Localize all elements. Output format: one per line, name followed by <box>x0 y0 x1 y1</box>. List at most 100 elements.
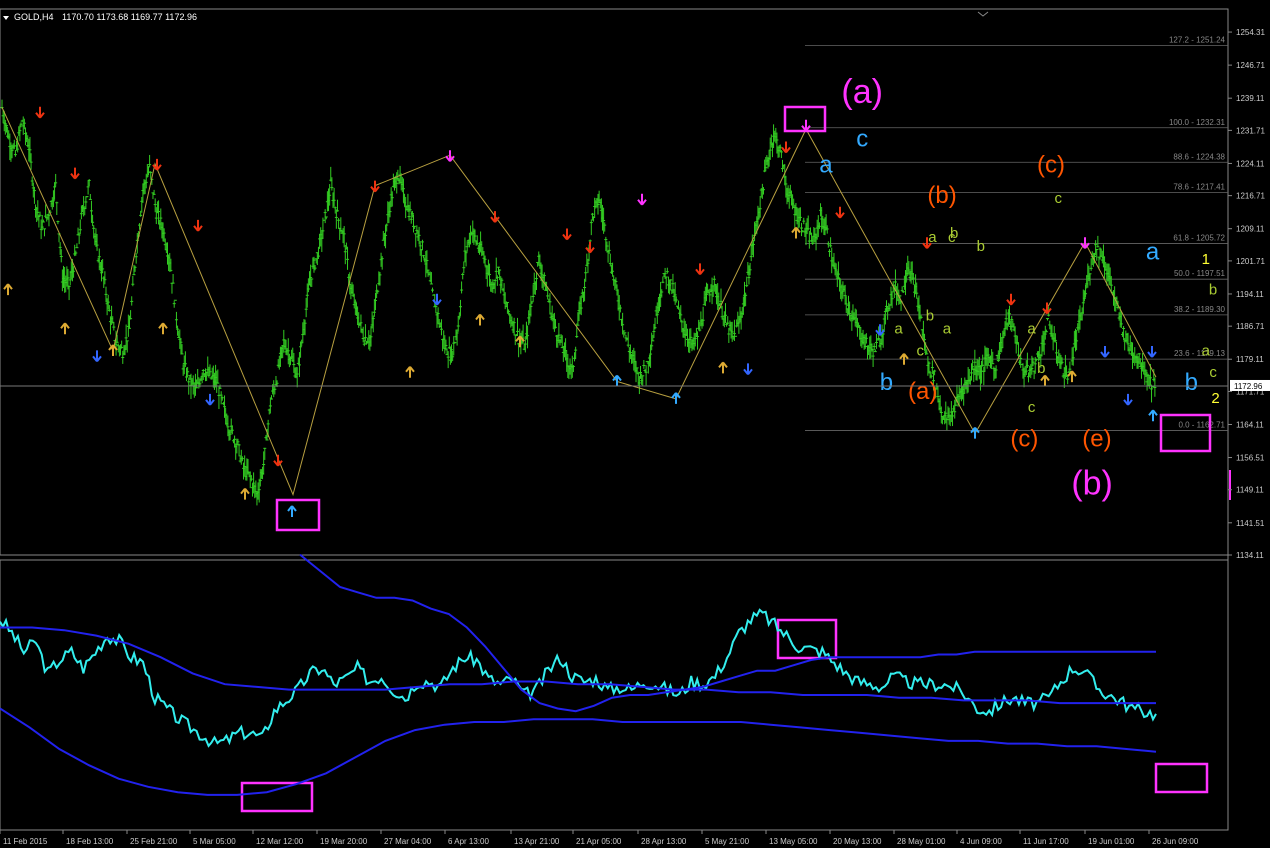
highlight-box <box>1154 762 1209 794</box>
time-tick-label: 4 Jun 09:00 <box>960 837 1002 846</box>
wave-label: (c) <box>1037 152 1065 179</box>
time-tick-label: 18 Feb 13:00 <box>66 837 114 846</box>
price-tick-label: 1224.11 <box>1236 159 1265 168</box>
wave-label: c <box>1028 399 1036 416</box>
wave-label: c <box>917 342 925 359</box>
fib-level-label: 78.6 - 1217.41 <box>1173 183 1225 192</box>
price-tick-label: 1164.11 <box>1236 420 1264 429</box>
down-arrow-icon <box>637 193 647 206</box>
price-tick-label: 1141.51 <box>1236 519 1265 528</box>
price-tick-label: 1231.71 <box>1236 126 1265 135</box>
wave-label: a <box>943 321 952 338</box>
oscillator-line <box>0 608 1157 748</box>
down-arrow-icon <box>1006 293 1016 306</box>
price-tick-label: 1239.11 <box>1236 94 1265 103</box>
up-arrow-icon <box>718 361 728 374</box>
price-tick-label: 1201.71 <box>1236 257 1265 266</box>
time-tick-label: 11 Jun 17:00 <box>1023 837 1069 846</box>
down-arrow-icon <box>1123 393 1133 406</box>
wave-label: (b) <box>1071 465 1113 503</box>
wave-label: c <box>948 229 956 246</box>
price-tick-label: 1186.71 <box>1236 322 1265 331</box>
time-tick-label: 12 Mar 12:00 <box>256 837 304 846</box>
wave-label: a <box>819 152 833 179</box>
wave-label: c <box>1054 190 1062 207</box>
down-arrow-icon <box>205 393 215 406</box>
down-arrow-icon <box>370 180 380 193</box>
wave-label: (c) <box>1010 426 1038 453</box>
middle-band-line <box>0 626 1156 705</box>
down-arrow-icon <box>70 167 80 180</box>
price-tick-label: 1149.11 <box>1236 486 1264 495</box>
up-arrow-icon <box>475 313 485 326</box>
wave-label: b <box>1209 281 1217 298</box>
up-arrow-icon <box>1148 409 1158 422</box>
down-arrow-icon <box>35 106 45 119</box>
time-tick-label: 28 May 01:00 <box>897 837 946 846</box>
time-tick-label: 28 Apr 13:00 <box>641 837 687 846</box>
wave-label: b <box>1037 360 1045 377</box>
highlight-box <box>776 618 838 660</box>
symbol-title: GOLD,H4 <box>14 12 54 22</box>
wave-label: c <box>1209 364 1217 381</box>
price-tick-label: 1179.11 <box>1236 355 1264 364</box>
time-tick-label: 25 Feb 21:00 <box>130 837 178 846</box>
menu-triangle-icon[interactable] <box>3 16 9 20</box>
down-arrow-icon <box>743 363 753 376</box>
down-arrow-icon <box>585 241 595 254</box>
time-tick-label: 13 Apr 21:00 <box>514 837 560 846</box>
wave-label: a <box>1027 321 1036 338</box>
fib-level-label: 127.2 - 1251.24 <box>1169 35 1226 44</box>
up-arrow-icon <box>287 505 297 517</box>
wave-label: (e) <box>1082 426 1111 453</box>
price-tick-label: 1216.71 <box>1236 192 1265 201</box>
wave-label: b <box>880 369 893 396</box>
zigzag-line <box>1 107 1157 497</box>
time-tick-label: 5 May 21:00 <box>705 837 750 846</box>
price-tick-label: 1254.31 <box>1236 28 1265 37</box>
wave-label: a <box>894 321 903 338</box>
wave-label: b <box>926 308 934 325</box>
time-tick-label: 19 Mar 20:00 <box>320 837 368 846</box>
down-arrow-icon <box>193 219 203 232</box>
price-tick-label: 1209.11 <box>1236 225 1265 234</box>
down-arrow-icon <box>1147 345 1157 358</box>
highlight-box <box>275 498 321 532</box>
down-arrow-icon <box>1100 345 1110 358</box>
wave-label: a <box>1146 239 1160 266</box>
fib-level-label: 0.0 - 1162.71 <box>1178 421 1225 430</box>
up-arrow-icon <box>60 322 70 335</box>
fib-level-label: 23.6 - 1179.13 <box>1174 349 1226 358</box>
down-arrow-icon <box>695 263 705 275</box>
time-tick-label: 20 May 13:00 <box>833 837 882 846</box>
time-tick-label: 5 Mar 05:00 <box>193 837 236 846</box>
up-arrow-icon <box>240 487 250 500</box>
wave-label: (a) <box>908 378 937 405</box>
down-arrow-icon <box>781 141 791 154</box>
wave-label: a <box>1202 342 1211 359</box>
time-tick-label: 27 Mar 04:00 <box>384 837 432 846</box>
price-tick-label: 1246.71 <box>1236 61 1265 70</box>
fib-level-label: 38.2 - 1189.30 <box>1174 305 1226 314</box>
down-arrow-icon <box>801 119 811 132</box>
shift-arrow-icon[interactable] <box>977 11 989 17</box>
wave-label: 2 <box>1211 390 1219 407</box>
wave-label: (a) <box>841 73 883 111</box>
wave-label: (b) <box>927 182 956 209</box>
price-tick-label: 1134.11 <box>1236 551 1264 560</box>
time-tick-label: 19 Jun 01:00 <box>1088 837 1135 846</box>
time-tick-label: 21 Apr 05:00 <box>576 837 622 846</box>
upper-band-line <box>299 553 1156 713</box>
wave-label: b <box>1185 369 1198 396</box>
wave-label: b <box>977 238 985 255</box>
chart-window: 127.2 - 1251.24 100.0 - 1232.31 88.6 - 122… <box>0 8 1270 846</box>
up-arrow-icon <box>3 283 13 296</box>
lower-band-line <box>0 707 1157 796</box>
time-tick-label: 13 May 05:00 <box>769 837 818 846</box>
price-tick-label: 1156.51 <box>1236 454 1265 463</box>
fib-level-label: 88.6 - 1224.38 <box>1173 152 1225 161</box>
price-tick-label: 1194.11 <box>1236 290 1264 299</box>
up-arrow-icon <box>1040 374 1050 387</box>
time-tick-label: 11 Feb 2015 <box>3 837 48 846</box>
fib-level-label: 100.0 - 1232.31 <box>1169 118 1226 127</box>
